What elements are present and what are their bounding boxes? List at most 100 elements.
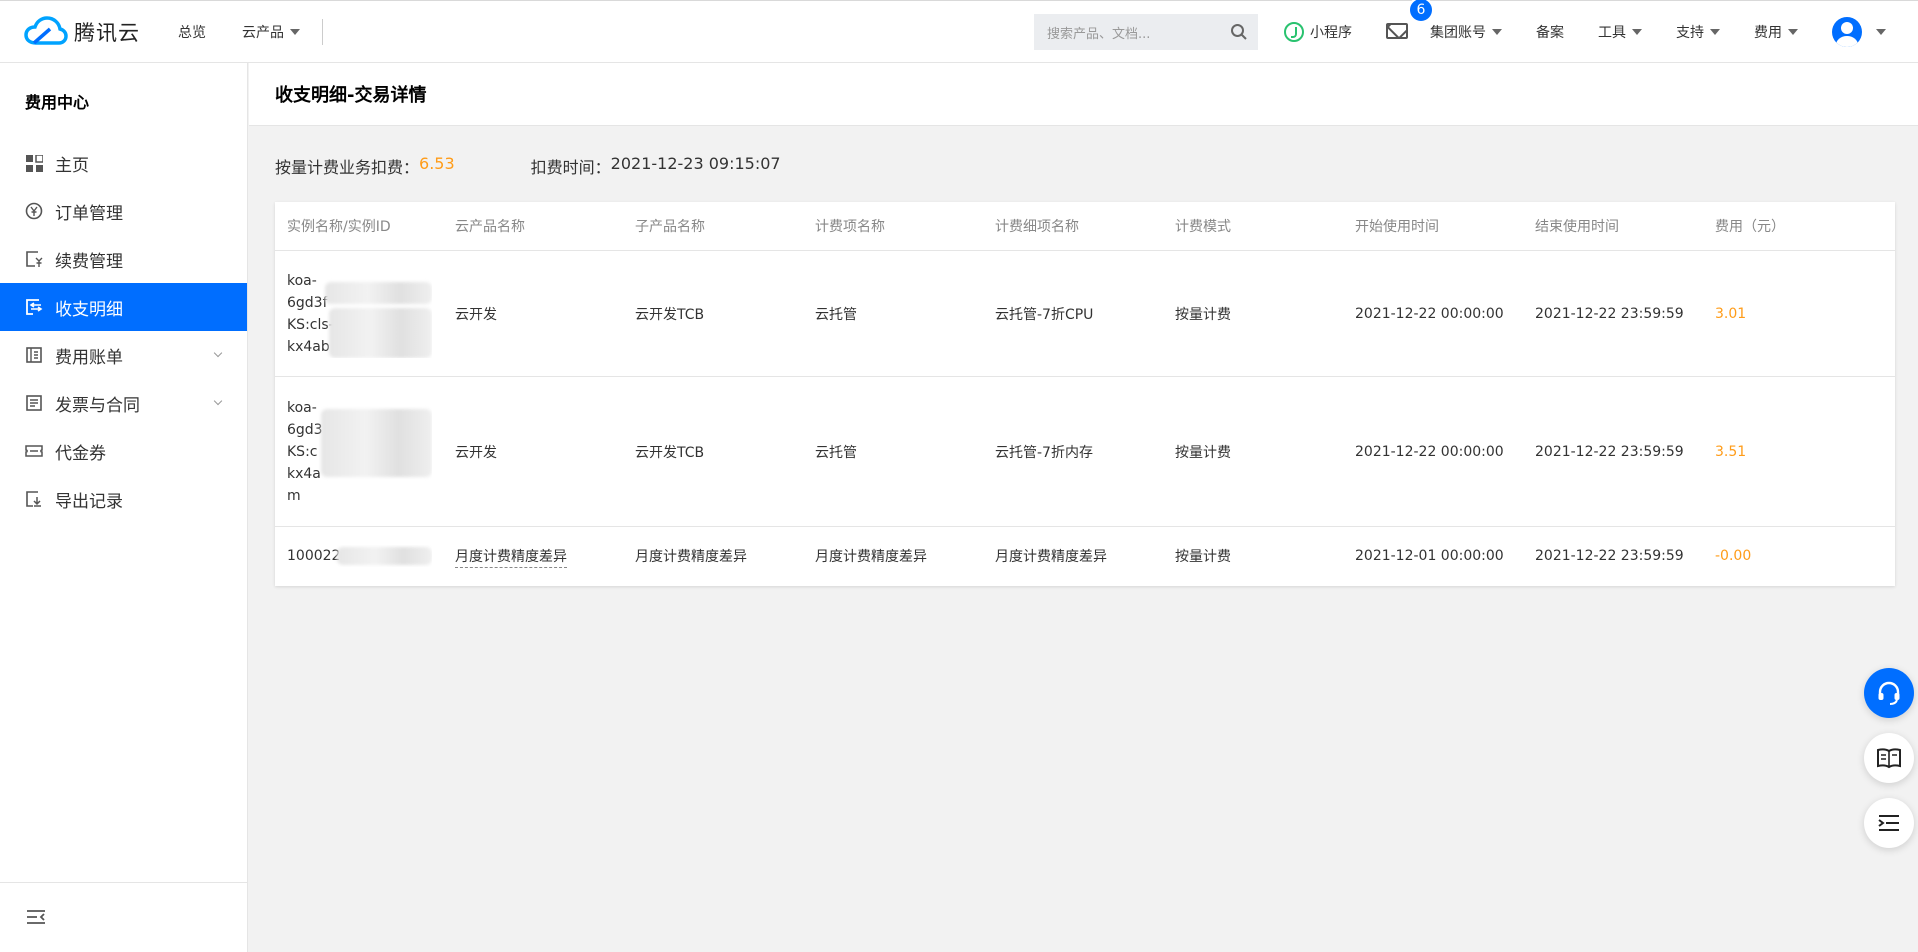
sub-product-cell: 云开发TCB bbox=[635, 306, 705, 323]
product-cell: 云开发 bbox=[455, 306, 497, 323]
table-header: 实例名称/实例ID 云产品名称 子产品名称 计费项名称 计费细项名称 计费模式 … bbox=[275, 202, 1895, 251]
chevron-down-icon bbox=[213, 348, 223, 358]
billing-detail-cell: 月度计费精度差异 bbox=[995, 548, 1107, 565]
avatar bbox=[1832, 17, 1862, 47]
instance-id: koa- 6gd3 KS:c kx4a m bbox=[287, 397, 432, 507]
column-header: 计费模式 bbox=[1175, 219, 1231, 235]
search-icon[interactable] bbox=[1230, 23, 1248, 41]
chevron-down-icon bbox=[213, 396, 223, 406]
summary-label: 按量计费业务扣费： bbox=[275, 158, 420, 177]
fees-menu[interactable]: 费用 bbox=[1754, 22, 1798, 42]
menu-button[interactable] bbox=[1864, 798, 1914, 848]
group-account-menu[interactable]: 集团账号 bbox=[1430, 22, 1502, 42]
cloud-logo-icon bbox=[24, 15, 68, 45]
caret-down-icon bbox=[1788, 29, 1798, 35]
sub-product-cell: 云开发TCB bbox=[635, 444, 705, 461]
instance-cell: koa- 6gd3f KS:cls- kx4ab bbox=[275, 270, 455, 358]
support-menu[interactable]: 支持 bbox=[1676, 22, 1720, 42]
brand-logo[interactable]: 腾讯云 bbox=[24, 12, 140, 52]
nav-cloud-products-label: 云产品 bbox=[242, 24, 284, 41]
fees-label: 费用 bbox=[1754, 25, 1782, 41]
caret-down-icon bbox=[1632, 29, 1642, 35]
billing-item-cell: 云托管 bbox=[815, 444, 857, 461]
fee-cell: 3.01 bbox=[1715, 305, 1747, 322]
nav-cloud-products[interactable]: 云产品 bbox=[242, 22, 300, 42]
column-header: 实例名称/实例ID bbox=[287, 219, 391, 235]
beian-link[interactable]: 备案 bbox=[1536, 22, 1564, 42]
sidebar-item-renewal[interactable]: 续费管理 bbox=[0, 235, 247, 283]
search-input[interactable]: 搜索产品、文档... bbox=[1047, 23, 1150, 42]
billing-detail-cell: 云托管-7折内存 bbox=[995, 444, 1093, 461]
column-header: 费用（元） bbox=[1715, 219, 1785, 235]
transaction-details-table: 实例名称/实例ID 云产品名称 子产品名称 计费项名称 计费细项名称 计费模式 … bbox=[275, 202, 1895, 586]
product-tooltip-link[interactable]: 月度计费精度差异 bbox=[455, 548, 567, 568]
deduct-time-label: 扣费时间： bbox=[530, 158, 611, 177]
group-account-label: 集团账号 bbox=[1430, 25, 1486, 41]
sidebar: 费用中心 主页 订单管理 续费管理 收支明细 费用账单 发票与合同 代金券 导出… bbox=[0, 63, 248, 952]
grid-icon bbox=[25, 154, 43, 172]
mini-program-link[interactable]: 小程序 bbox=[1284, 22, 1352, 42]
instance-id: 100022 bbox=[287, 545, 432, 567]
user-menu[interactable] bbox=[1832, 17, 1886, 47]
product-cell[interactable]: 月度计费精度差异 bbox=[455, 546, 635, 568]
sidebar-item-orders[interactable]: 订单管理 bbox=[0, 187, 247, 235]
billing-mode-cell: 按量计费 bbox=[1175, 306, 1231, 323]
docs-button[interactable] bbox=[1864, 733, 1914, 783]
end-time-cell: 2021-12-22 23:59:59 bbox=[1535, 305, 1684, 322]
support-label: 支持 bbox=[1676, 25, 1704, 41]
headset-icon bbox=[1878, 681, 1900, 705]
end-time-cell: 2021-12-22 23:59:59 bbox=[1535, 547, 1684, 564]
billing-mode-cell: 按量计费 bbox=[1175, 548, 1231, 565]
column-header: 开始使用时间 bbox=[1355, 219, 1439, 235]
billing-item-cell: 月度计费精度差异 bbox=[815, 548, 927, 565]
product-cell: 云开发 bbox=[455, 444, 497, 461]
customer-service-button[interactable] bbox=[1864, 668, 1914, 718]
sidebar-item-export[interactable]: 导出记录 bbox=[0, 475, 247, 523]
caret-down-icon bbox=[1876, 29, 1886, 35]
start-time-cell: 2021-12-22 00:00:00 bbox=[1355, 305, 1504, 322]
search-box[interactable]: 搜索产品、文档... bbox=[1034, 14, 1258, 50]
column-header: 计费细项名称 bbox=[995, 219, 1079, 235]
instance-id: koa- 6gd3f KS:cls- kx4ab bbox=[287, 270, 432, 358]
column-header: 结束使用时间 bbox=[1535, 219, 1619, 235]
brand-name: 腾讯云 bbox=[74, 20, 140, 45]
column-header: 云产品名称 bbox=[455, 219, 525, 235]
instance-cell: koa- 6gd3 KS:c kx4a m bbox=[275, 397, 455, 507]
sidebar-item-label: 主页 bbox=[55, 155, 89, 176]
ledger-icon bbox=[25, 298, 43, 316]
mail-button[interactable]: 6 bbox=[1386, 0, 1434, 41]
sidebar-item-label: 续费管理 bbox=[55, 251, 123, 272]
end-time-cell: 2021-12-22 23:59:59 bbox=[1535, 443, 1684, 460]
sidebar-item-voucher[interactable]: 代金券 bbox=[0, 427, 247, 475]
column-header: 计费项名称 bbox=[815, 219, 885, 235]
mail-badge: 6 bbox=[1408, 0, 1434, 23]
start-time-cell: 2021-12-01 00:00:00 bbox=[1355, 547, 1504, 564]
sidebar-footer bbox=[0, 882, 247, 952]
beian-label: 备案 bbox=[1536, 25, 1564, 41]
bill-icon bbox=[25, 346, 43, 364]
sidebar-item-bills[interactable]: 费用账单 bbox=[0, 331, 247, 379]
sidebar-item-home[interactable]: 主页 bbox=[0, 139, 247, 187]
sidebar-item-transactions[interactable]: 收支明细 bbox=[0, 283, 247, 331]
table-row: 100022 月度计费精度差异 月度计费精度差异 月度计费精度差异 月度计费精度… bbox=[275, 527, 1895, 584]
sidebar-item-label: 费用账单 bbox=[55, 347, 123, 368]
nav-overview[interactable]: 总览 bbox=[178, 22, 206, 42]
fee-cell: -0.00 bbox=[1715, 547, 1752, 564]
collapse-sidebar-icon[interactable] bbox=[26, 909, 46, 929]
voucher-icon bbox=[25, 442, 43, 460]
transaction-summary: 按量计费业务扣费： 6.53 扣费时间： 2021-12-23 09:15:07 bbox=[275, 154, 781, 178]
billing-mode-cell: 按量计费 bbox=[1175, 444, 1231, 461]
tools-menu[interactable]: 工具 bbox=[1598, 22, 1642, 42]
book-icon bbox=[1877, 748, 1901, 769]
page-title: 收支明细-交易详情 bbox=[275, 85, 427, 106]
sidebar-item-label: 收支明细 bbox=[55, 299, 123, 320]
renew-icon bbox=[25, 250, 43, 268]
deduct-time-value: 2021-12-23 09:15:07 bbox=[610, 154, 781, 173]
billing-detail-cell: 云托管-7折CPU bbox=[995, 306, 1094, 323]
sidebar-item-invoice[interactable]: 发票与合同 bbox=[0, 379, 247, 427]
sidebar-item-label: 订单管理 bbox=[55, 203, 123, 224]
mail-icon bbox=[1386, 23, 1408, 39]
table-row: koa- 6gd3 KS:c kx4a m 云开发 云开发TCB 云托管 云托管… bbox=[275, 377, 1895, 527]
mini-program-label: 小程序 bbox=[1310, 25, 1352, 41]
billing-item-cell: 云托管 bbox=[815, 306, 857, 323]
